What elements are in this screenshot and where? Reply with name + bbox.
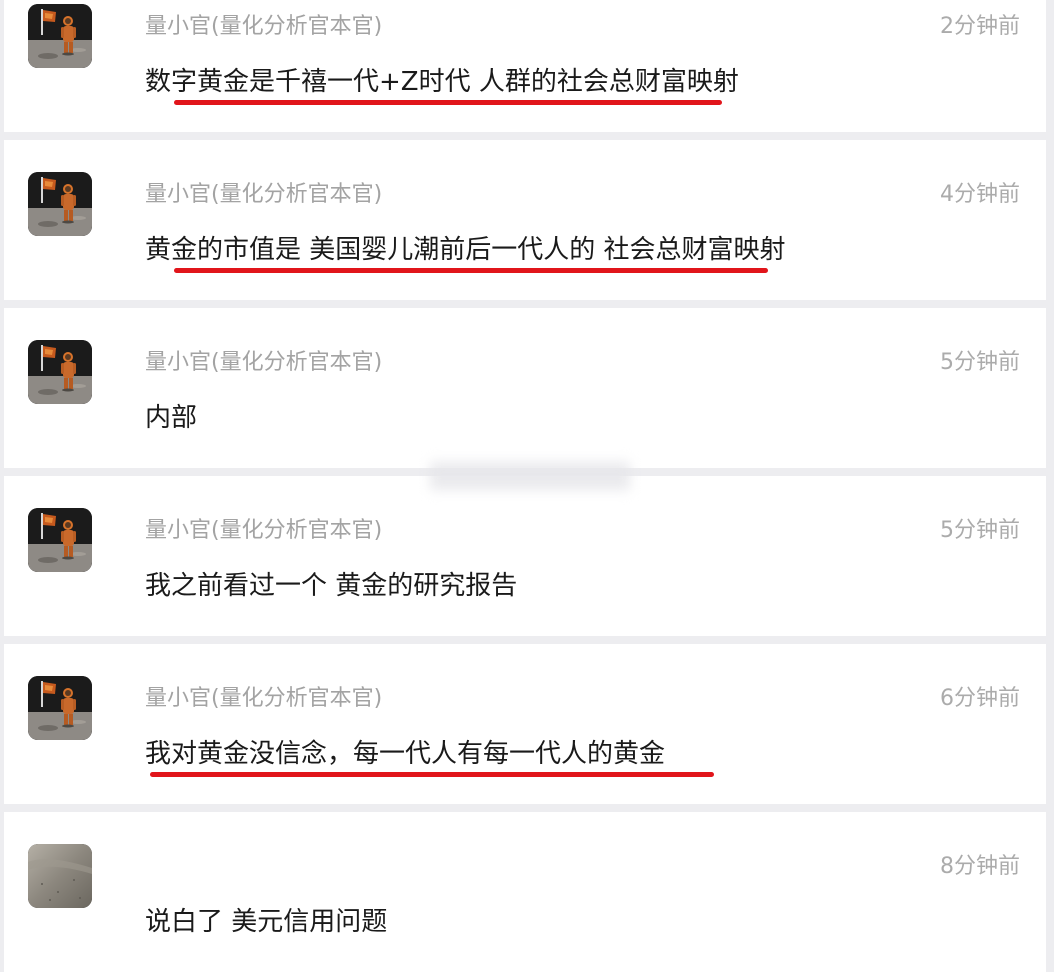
astronaut-avatar-image [28,676,92,740]
red-highlight-underline [174,268,768,273]
comment-card: 量小官(量化分析官本官) 6分钟前 我对黄金没信念，每一代人有每一代人的黄金 [4,644,1046,804]
astronaut-avatar-image [28,172,92,236]
user-avatar[interactable] [28,508,92,572]
comment-text: 数字黄金是千禧一代+Z时代 人群的社会总财富映射 [145,67,739,97]
astronaut-avatar-image [28,4,92,68]
watermark-smudge [430,462,630,490]
red-highlight-underline [150,772,714,777]
comment-text: 说白了 美元信用问题 [145,907,388,937]
user-avatar[interactable] [28,4,92,68]
comment-username[interactable]: 量小官(量化分析官本官) [145,180,382,210]
comment-username[interactable]: 量小官(量化分析官本官) [145,12,382,42]
comment-text: 我对黄金没信念，每一代人有每一代人的黄金 [145,739,666,769]
astronaut-avatar-image [28,340,92,404]
red-highlight-underline [174,100,722,105]
astronaut-avatar-image [28,508,92,572]
comment-timestamp: 4分钟前 [940,182,1020,207]
comment-timestamp: 5分钟前 [940,518,1020,543]
comment-card: 8分钟前 说白了 美元信用问题 [4,812,1046,972]
comment-timestamp: 2分钟前 [940,14,1020,39]
comment-timestamp: 5分钟前 [940,350,1020,375]
comment-card: 量小官(量化分析官本官) 5分钟前 我之前看过一个 黄金的研究报告 [4,476,1046,636]
user-avatar[interactable] [28,844,92,908]
user-avatar[interactable] [28,340,92,404]
gray-texture-avatar-image [28,844,92,908]
comment-text: 黄金的市值是 美国婴儿潮前后一代人的 社会总财富映射 [145,235,786,265]
user-avatar[interactable] [28,172,92,236]
comment-username[interactable]: 量小官(量化分析官本官) [145,684,382,714]
comment-card: 量小官(量化分析官本官) 4分钟前 黄金的市值是 美国婴儿潮前后一代人的 社会总… [4,140,1046,300]
comment-username[interactable]: 量小官(量化分析官本官) [145,516,382,546]
comment-card: 量小官(量化分析官本官) 5分钟前 内部 [4,308,1046,468]
user-avatar[interactable] [28,676,92,740]
comment-feed: 量小官(量化分析官本官) 2分钟前 数字黄金是千禧一代+Z时代 人群的社会总财富… [0,0,1054,972]
comment-timestamp: 8分钟前 [940,854,1020,879]
comment-text: 我之前看过一个 黄金的研究报告 [145,571,518,601]
comment-username[interactable]: 量小官(量化分析官本官) [145,348,382,378]
comment-timestamp: 6分钟前 [940,686,1020,711]
comment-text: 内部 [145,403,198,433]
comment-card: 量小官(量化分析官本官) 2分钟前 数字黄金是千禧一代+Z时代 人群的社会总财富… [4,0,1046,132]
